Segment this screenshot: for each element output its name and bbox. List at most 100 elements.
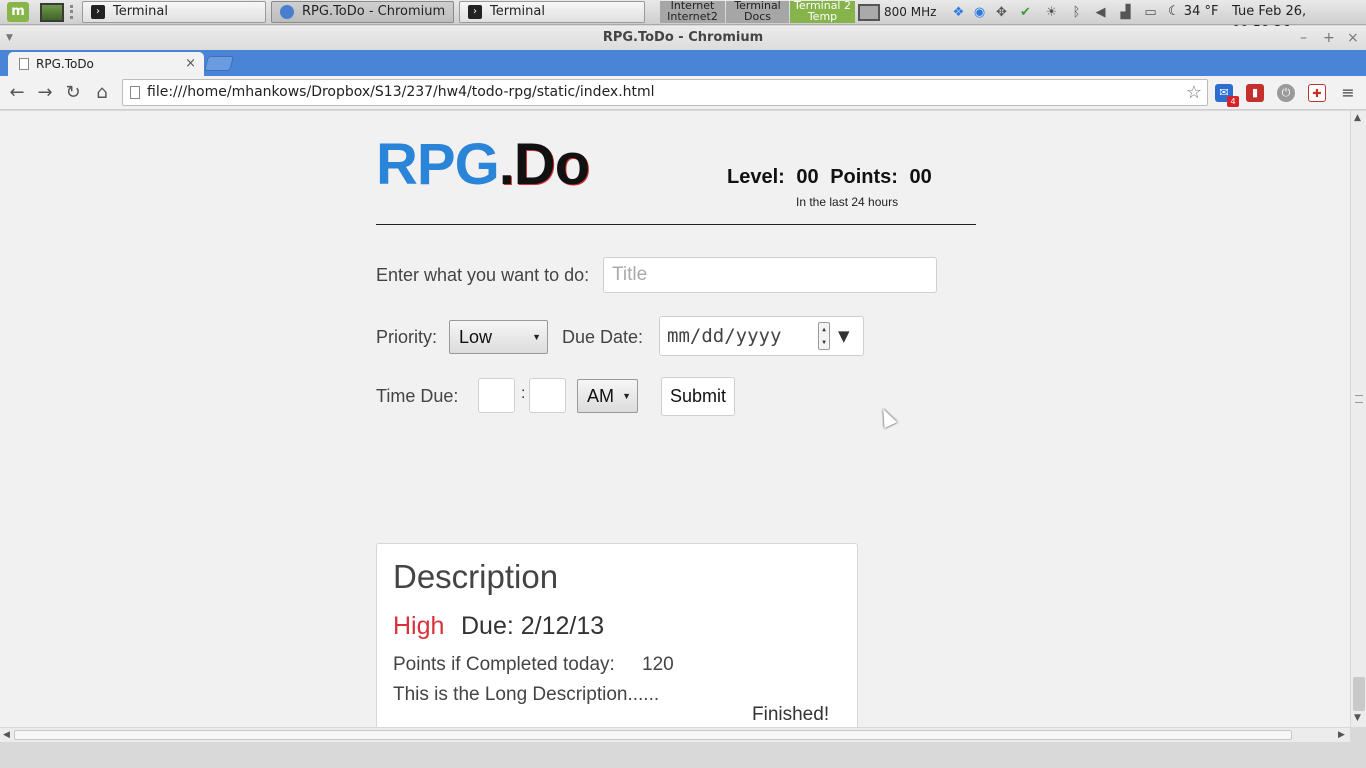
close-window-icon[interactable]: × xyxy=(1347,26,1359,50)
what-label: Enter what you want to do: xyxy=(376,265,590,285)
taskbar-item-label: Terminal xyxy=(113,4,168,19)
scroll-thumb[interactable] xyxy=(14,730,1292,740)
hour-input[interactable] xyxy=(478,378,515,413)
submit-button[interactable]: Submit xyxy=(661,377,735,416)
forward-arrow-icon[interactable]: → xyxy=(34,82,56,104)
taskbar-item-chromium[interactable]: RPG.ToDo - Chromium xyxy=(271,1,454,23)
reload-icon[interactable]: ↻ xyxy=(62,82,84,104)
scroll-up-icon[interactable]: ▲ xyxy=(1354,113,1361,123)
taskbar-item-terminal-2[interactable]: › Terminal xyxy=(459,1,645,23)
close-tab-icon[interactable]: × xyxy=(185,52,196,76)
task-priority: High xyxy=(393,612,445,640)
terminal-icon: › xyxy=(91,5,105,19)
dropbox-icon[interactable]: ❖ xyxy=(950,4,967,21)
scroll-down-icon[interactable]: ▼ xyxy=(1354,713,1361,723)
chromium-tray-icon[interactable]: ◉ xyxy=(971,4,988,21)
network-icon[interactable]: ✥ xyxy=(993,4,1010,21)
minimize-icon[interactable]: – xyxy=(1300,26,1307,50)
scroll-grip xyxy=(1355,395,1363,403)
volume-icon[interactable]: ◀ xyxy=(1092,4,1109,21)
chevron-down-icon: ▼ xyxy=(622,391,631,401)
panel-separator xyxy=(70,5,73,19)
page-icon xyxy=(130,86,140,99)
horizontal-scrollbar[interactable]: ◀ ▶ xyxy=(0,727,1350,742)
taskbar-item-label: Terminal xyxy=(490,4,545,19)
date-spinner[interactable]: ▲ ▼ xyxy=(818,322,830,350)
address-bar[interactable]: file:///home/mhankows/Dropbox/S13/237/hw… xyxy=(122,79,1208,106)
due-date-input[interactable]: mm/dd/yyyy ▲ ▼ ▼ xyxy=(659,316,864,356)
level-label: Level: xyxy=(727,166,785,188)
workspace-label: Docs xyxy=(744,10,771,23)
bookmark-extension-icon[interactable]: ▮ xyxy=(1246,84,1264,102)
finished-button[interactable]: Finished! xyxy=(752,704,829,726)
workspace-3[interactable]: Terminal 2 Temp xyxy=(790,0,855,23)
due-date-label: Due Date: xyxy=(562,327,644,347)
workspace-2[interactable]: Terminal Docs xyxy=(726,0,789,23)
show-desktop-icon[interactable] xyxy=(40,3,64,22)
task-due: Due: 2/12/13 xyxy=(461,612,605,640)
mint-menu-icon[interactable]: m xyxy=(7,2,29,22)
priority-value: Low xyxy=(459,327,493,347)
scroll-thumb[interactable] xyxy=(1353,677,1365,711)
priority-label: Priority: xyxy=(376,327,438,347)
scroll-right-icon[interactable]: ▶ xyxy=(1338,728,1345,742)
logo-do: .Do xyxy=(498,132,590,197)
bluetooth-icon[interactable]: ᛒ xyxy=(1068,4,1085,21)
taskbar-item-terminal-1[interactable]: › Terminal xyxy=(82,1,266,23)
battery-icon[interactable]: ▭ xyxy=(1142,4,1159,21)
window-menu-icon[interactable]: ▼ xyxy=(6,26,13,50)
weather-widget[interactable]: ☾ 34 °F xyxy=(1168,2,1218,22)
workspace-label: Internet2 xyxy=(667,10,718,23)
tab-title: RPG.ToDo xyxy=(36,57,94,71)
ampm-select[interactable]: AM ▼ xyxy=(577,379,638,413)
brightness-icon[interactable]: ☀ xyxy=(1043,4,1060,21)
window-titlebar[interactable]: ▼ RPG.ToDo - Chromium – + × xyxy=(0,26,1366,50)
cpu-icon xyxy=(858,4,880,21)
notification-badge: 4 xyxy=(1227,96,1239,107)
back-arrow-icon[interactable]: ← xyxy=(6,82,28,104)
points-value: 00 xyxy=(909,166,932,188)
new-tab-button[interactable] xyxy=(203,56,235,71)
logo-rpg: RPG xyxy=(376,132,500,197)
page-viewport: RPG.Do Level: 00 Points: 00 In the last … xyxy=(0,111,1350,727)
tab-strip: RPG.ToDo × xyxy=(0,50,1366,76)
priority-select[interactable]: Low ▼ xyxy=(449,320,548,354)
chromium-icon xyxy=(280,5,294,19)
minute-input[interactable] xyxy=(529,378,566,413)
title-input[interactable] xyxy=(603,257,937,293)
time-colon: : xyxy=(521,385,526,402)
tab-rpg-todo[interactable]: RPG.ToDo × xyxy=(8,52,204,76)
date-placeholder: mm/dd/yyyy xyxy=(667,325,782,347)
cpu-frequency-label: 800 MHz xyxy=(884,5,937,19)
window-title: RPG.ToDo - Chromium xyxy=(602,30,764,45)
time-due-label: Time Due: xyxy=(376,386,459,406)
workspace-label: Temp xyxy=(807,10,838,23)
update-manager-icon[interactable]: ✔ xyxy=(1017,4,1034,21)
task-title: Description xyxy=(393,558,559,595)
chevron-down-icon: ▼ xyxy=(532,332,541,342)
power-extension-icon[interactable]: ⏻ xyxy=(1277,84,1295,102)
scroll-left-icon[interactable]: ◀ xyxy=(3,728,10,742)
taskbar-item-label: RPG.ToDo - Chromium xyxy=(302,4,446,19)
weather-label: 34 °F xyxy=(1183,4,1219,19)
ampm-value: AM xyxy=(587,386,614,406)
header-divider xyxy=(376,224,976,225)
level-value: 00 xyxy=(796,166,819,188)
calendar-dropdown-icon[interactable]: ▼ xyxy=(838,317,850,355)
bookmark-star-icon[interactable]: ☆ xyxy=(1186,80,1202,105)
cpu-frequency[interactable]: 800 MHz xyxy=(858,2,936,22)
terminal-icon: › xyxy=(468,5,482,19)
page-icon xyxy=(19,58,29,70)
vertical-scrollbar[interactable]: ▲ ▼ xyxy=(1350,111,1366,727)
menu-icon[interactable]: ≡ xyxy=(1339,84,1357,102)
workspace-1[interactable]: Internet Internet2 xyxy=(660,0,725,23)
points-label: Points: xyxy=(830,166,898,188)
task-points-label: Points if Completed today: xyxy=(393,654,615,675)
addon-extension-icon[interactable]: ✚ xyxy=(1308,84,1326,102)
task-description: This is the Long Description...... xyxy=(393,684,660,705)
task-points-value: 120 xyxy=(642,654,674,675)
maximize-icon[interactable]: + xyxy=(1323,26,1335,50)
home-icon[interactable]: ⌂ xyxy=(91,82,113,104)
signal-icon[interactable]: ▟ xyxy=(1117,4,1134,21)
mouse-cursor-icon xyxy=(876,405,898,429)
